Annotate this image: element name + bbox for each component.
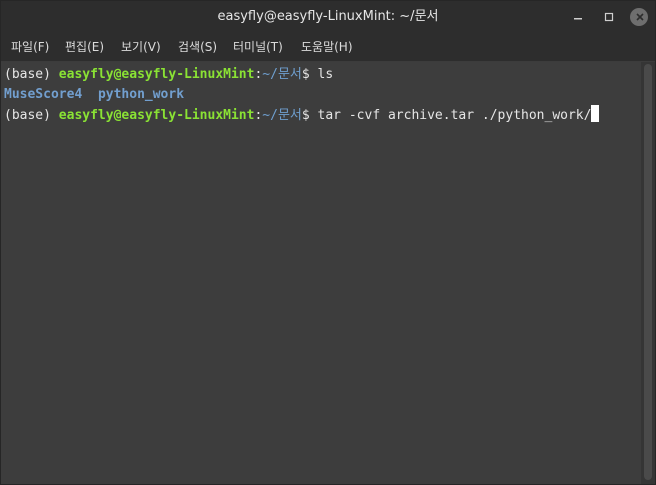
terminal-line: (base) easyfly@easyfly-LinuxMint:~/문서$ t… [4,105,600,125]
menu-terminal[interactable]: 터미널(T) [231,33,285,61]
menu-file[interactable]: 파일(F) [9,33,51,61]
terminal-line: (base) easyfly@easyfly-LinuxMint:~/문서$ l… [4,65,333,85]
prompt-path: ~/문서 [262,67,302,82]
conda-env: (base) [4,67,59,82]
prompt-dollar: $ [301,108,318,123]
conda-env: (base) [4,108,59,123]
command-text: ls [317,67,334,82]
terminal-window: easyfly@easyfly-LinuxMint: ~/문서 파일(F) 편집… [0,0,656,485]
text-cursor [591,105,600,122]
close-button[interactable] [626,1,654,33]
terminal-output[interactable]: (base) easyfly@easyfly-LinuxMint:~/문서$ l… [1,62,641,484]
prompt-user-host: easyfly@easyfly-LinuxMint [58,108,255,123]
prompt-dollar: $ [301,67,318,82]
terminal-line: MuseScore4 python_work [4,85,184,105]
scrollbar[interactable] [641,62,655,484]
prompt-path: ~/문서 [262,108,302,123]
minimize-icon [574,18,582,20]
maximize-button[interactable] [595,1,623,33]
menu-help[interactable]: 도움말(H) [299,33,355,61]
menu-view[interactable]: 보기(V) [119,33,163,61]
directory-entry: MuseScore4 [4,87,83,102]
menu-bar: 파일(F) 편집(E) 보기(V) 검색(S) 터미널(T) 도움말(H) [1,33,655,61]
title-bar[interactable]: easyfly@easyfly-LinuxMint: ~/문서 [1,1,655,33]
scrollbar-thumb[interactable] [644,64,652,480]
window-title: easyfly@easyfly-LinuxMint: ~/문서 [217,9,439,24]
menu-edit[interactable]: 편집(E) [63,33,106,61]
command-input[interactable]: tar -cvf archive.tar ./python_work/ [318,108,592,123]
prompt-user-host: easyfly@easyfly-LinuxMint [58,67,255,82]
maximize-icon [604,12,614,22]
minimize-button[interactable] [564,1,592,33]
menu-search[interactable]: 검색(S) [176,33,219,61]
close-icon [636,13,644,21]
directory-entry: python_work [97,87,185,102]
separator [82,87,98,102]
